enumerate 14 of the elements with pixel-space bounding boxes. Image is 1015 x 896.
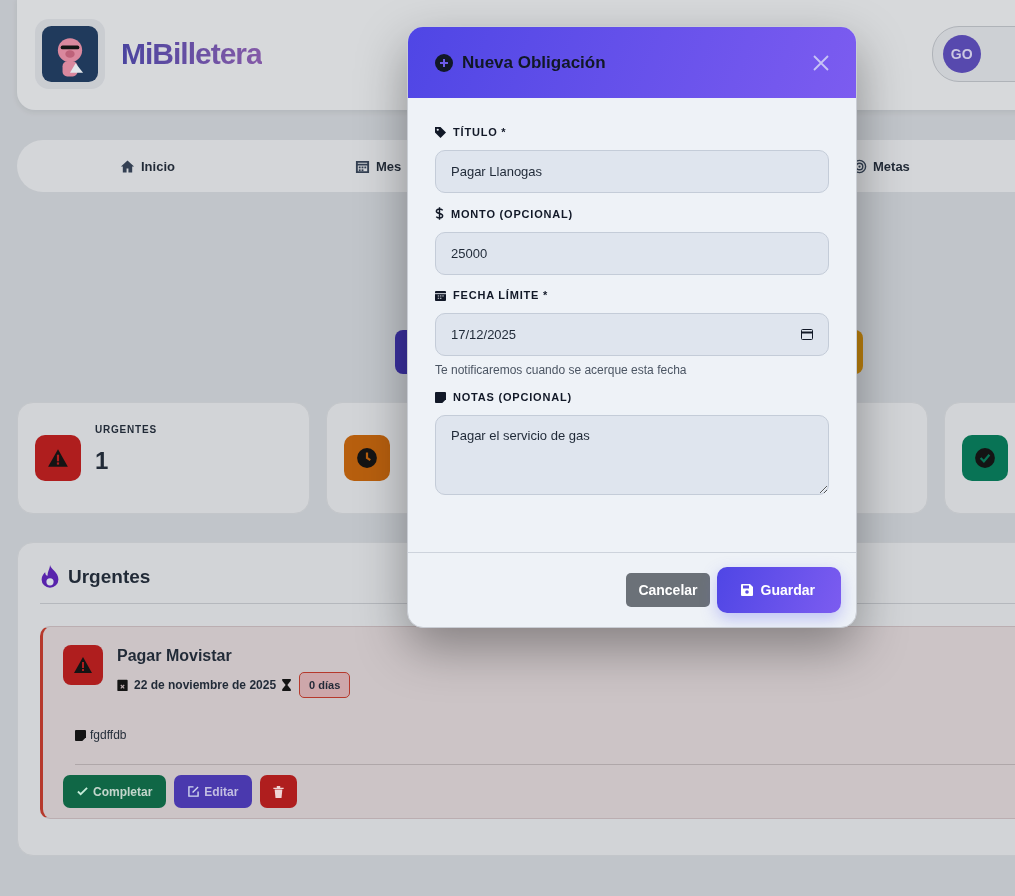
obligation-title: Pagar Movistar [117, 647, 233, 665]
field-label: TÍTULO * [453, 126, 507, 138]
field-label: FECHA LÍMITE * [453, 289, 549, 301]
help-text: Te notificaremos cuando se acerque esta fecha [435, 363, 688, 377]
field-label: NOTAS (OPCIONAL) [453, 391, 572, 403]
stat-value: 1 [95, 447, 110, 475]
modal-title: Nueva Obligación [462, 52, 607, 73]
section-title: Urgentes [68, 566, 151, 588]
user-avatar: GO [942, 35, 981, 73]
obligation-note: fgdffdb [90, 728, 127, 742]
due-date: 22 de noviembre de 2025 [134, 678, 277, 692]
stat-label: URGENTES [95, 424, 157, 435]
field-label: MONTO (OPCIONAL) [451, 207, 573, 220]
days-badge: 0 días [299, 672, 351, 698]
